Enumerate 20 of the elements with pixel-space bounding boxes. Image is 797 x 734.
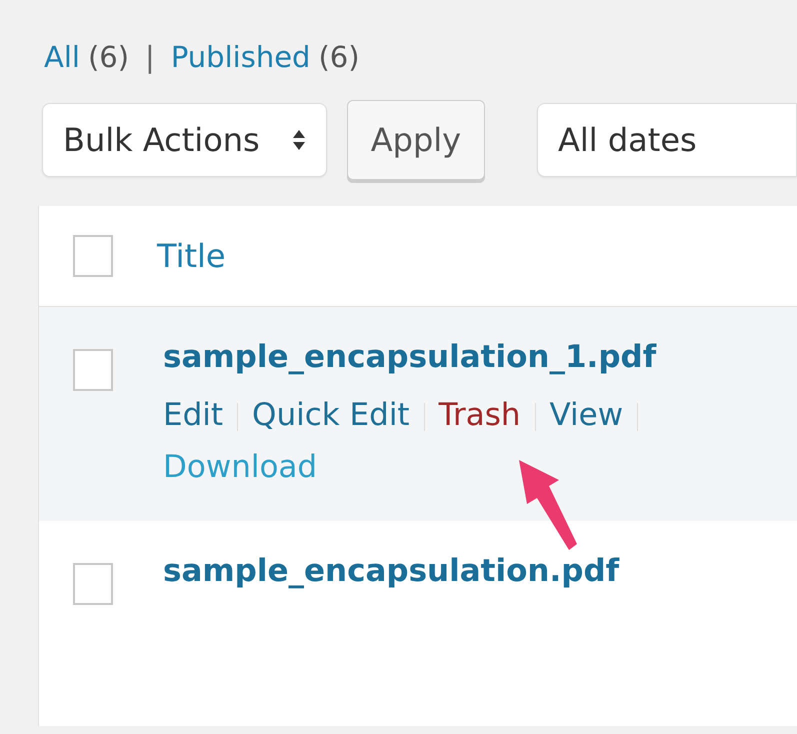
updown-caret-icon [292,128,306,152]
file-title-link[interactable]: sample_encapsulation.pdf [163,553,620,589]
row-action-link[interactable]: Quick Edit [252,397,410,433]
file-title-link[interactable]: sample_encapsulation_1.pdf [163,339,656,375]
row-action-link[interactable]: Edit [163,397,224,433]
title-column-header[interactable]: Title [157,237,226,275]
date-filter-select[interactable]: All dates [537,103,797,177]
separator: | [145,40,155,74]
status-count: (6) [88,40,130,74]
status-filter-link[interactable]: Published [170,40,310,74]
status-filter-link[interactable]: All [44,40,80,74]
select-all-checkbox[interactable] [73,235,113,277]
status-count: (6) [318,40,360,74]
row-checkbox[interactable] [73,563,113,605]
row-action-link[interactable]: Download [163,449,318,485]
bulk-actions-select[interactable]: Bulk Actions [42,103,327,177]
row-checkbox[interactable] [73,349,113,391]
row-action-link[interactable]: View [550,397,624,433]
apply-button[interactable]: Apply [346,100,485,180]
row-action-link[interactable]: Trash [438,397,521,433]
